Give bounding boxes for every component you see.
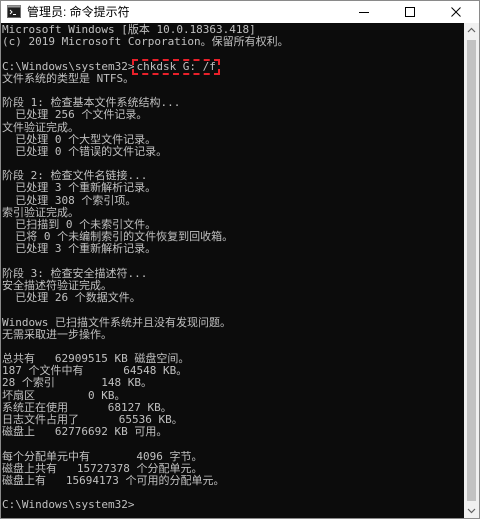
console-line: 无需采取进一步操作。	[2, 327, 112, 341]
console-line: 28 个索引 148 KB。	[2, 376, 152, 390]
console-line: 已处理 308 个索引项。	[2, 193, 137, 207]
highlighted-command: chkdsk G: /f	[132, 58, 220, 75]
console-line: (c) 2019 Microsoft Corporation。保留所有权利。	[2, 35, 289, 49]
command-prompt-window: 管理员: 命令提示符 Microsoft Windows [版本 10.0.18…	[0, 0, 480, 519]
cmd-icon	[7, 5, 21, 18]
window-title: 管理员: 命令提示符	[27, 5, 130, 19]
console-line: 文件验证完成。	[2, 120, 79, 134]
chevron-up-icon	[467, 27, 476, 33]
console-line: 每个分配单元中有 4096 字节。	[2, 449, 203, 463]
close-icon	[451, 7, 461, 17]
console-line: 磁盘上有 15694173 个可用的分配单元。	[2, 473, 225, 487]
vertical-scrollbar[interactable]	[464, 23, 479, 518]
console-line: 已处理 26 个数据文件。	[2, 291, 141, 305]
console-output-area[interactable]: Microsoft Windows [版本 10.0.18363.418] (c)…	[1, 23, 464, 518]
console-line: Windows 已扫描文件系统并且没有发现问题。	[2, 315, 231, 329]
maximize-button[interactable]	[387, 1, 433, 23]
minimize-button[interactable]	[341, 1, 387, 23]
title-bar[interactable]: 管理员: 命令提示符	[1, 1, 479, 23]
console-line: 文件系统的类型是 NTFS。	[2, 71, 135, 85]
scroll-up-button[interactable]	[464, 23, 479, 38]
console-line: 已处理 3 个重新解析记录。	[2, 181, 157, 195]
scroll-down-button[interactable]	[464, 503, 479, 518]
console-line: C:\Windows\system32>	[2, 498, 135, 512]
minimize-icon	[359, 12, 369, 13]
console-line: C:\Windows\system32> chkdsk G: /f	[2, 58, 289, 75]
close-button[interactable]	[433, 1, 479, 23]
scroll-thumb[interactable]	[467, 40, 476, 501]
console-line: 已处理 0 个错误的文件记录。	[2, 144, 168, 158]
console-line: 已处理 3 个重新解析记录。	[2, 242, 157, 256]
prompt-text: C:\Windows\system32>	[2, 59, 135, 73]
chevron-down-icon	[467, 508, 476, 514]
console-line: 已处理 256 个文件记录。	[2, 108, 148, 122]
console-line: 坏扇区 0 KB。	[2, 388, 126, 402]
console-text: Microsoft Windows [版本 10.0.18363.418] (c)…	[2, 23, 289, 512]
maximize-icon	[405, 7, 415, 17]
console-line: 磁盘上 62776692 KB 可用。	[2, 425, 168, 439]
